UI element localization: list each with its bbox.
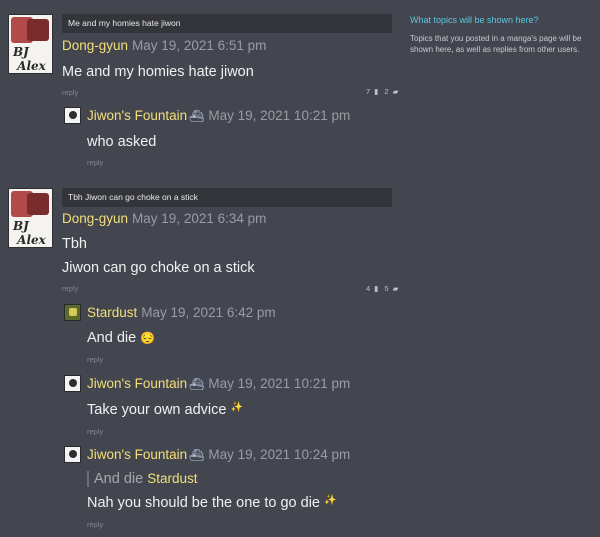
avatar-art	[27, 193, 49, 215]
comment-date: May 19, 2021 6:51 pm	[132, 38, 267, 53]
comment-body: Take your own advice	[87, 402, 227, 418]
comment-body: Nah you should be the one to go die	[87, 495, 320, 511]
author-name[interactable]: Jiwon's Fountain	[87, 108, 187, 123]
ship-icon: ⛴	[189, 448, 205, 462]
comment-header: Jiwon's Fountain ⛴ May 19, 2021 10:21 pm	[87, 376, 350, 391]
thumbs-up-icon[interactable]: ▮	[374, 87, 378, 96]
reply-link[interactable]: reply	[87, 520, 103, 529]
comment-header: Dong-gyun May 19, 2021 6:34 pm	[62, 211, 266, 226]
avatar[interactable]: BJ Alex	[8, 14, 53, 74]
comment-body: Me and my homies hate jiwon	[62, 64, 254, 80]
avatar[interactable]	[64, 375, 81, 392]
comment-body-line: Tbh	[62, 236, 87, 252]
avatar[interactable]	[64, 107, 81, 124]
author-name[interactable]: Jiwon's Fountain	[87, 376, 187, 391]
comment-header: Jiwon's Fountain ⛴ May 19, 2021 10:21 pm	[87, 108, 350, 123]
quote-author[interactable]: Stardust	[147, 471, 197, 486]
reply-link[interactable]: reply	[87, 158, 103, 167]
comment-header: Stardust May 19, 2021 6:42 pm	[87, 305, 276, 320]
author-name[interactable]: Dong-gyun	[62, 211, 128, 226]
bj-alex-logo: BJ Alex	[13, 219, 46, 247]
comment-date: May 19, 2021 10:21 pm	[208, 376, 351, 391]
quote-text: And die	[94, 471, 144, 487]
sparkle-icon: ✨	[324, 495, 337, 506]
ship-icon: ⛴	[189, 109, 205, 123]
comment-date: May 19, 2021 6:42 pm	[141, 305, 276, 320]
comment-header: Dong-gyun May 19, 2021 6:51 pm	[62, 38, 266, 53]
bj-alex-logo: BJ Alex	[13, 45, 46, 73]
ship-icon: ⛴	[189, 377, 205, 391]
emoji-icon: 😔	[140, 331, 156, 345]
comment-body: And die	[87, 330, 137, 346]
sparkle-icon: ✨	[230, 402, 243, 413]
avatar[interactable]: BJ Alex	[8, 188, 53, 248]
avatar-art	[27, 19, 49, 41]
author-name[interactable]: Dong-gyun	[62, 38, 128, 53]
replies-count: 2	[384, 87, 389, 96]
vote-counts: 7 ▮ 2 ▰	[362, 87, 398, 96]
replies-count: 5	[384, 284, 389, 293]
sidebar-title: What topics will be shown here?	[410, 15, 539, 25]
comment-date: May 19, 2021 10:24 pm	[208, 447, 351, 462]
avatar[interactable]	[64, 304, 81, 321]
reply-link[interactable]: reply	[87, 355, 103, 364]
comment-date: May 19, 2021 10:21 pm	[208, 108, 351, 123]
thread-title[interactable]: Me and my homies hate jiwon	[62, 14, 392, 33]
comment-icon: ▰	[392, 87, 399, 96]
comment-body-wrap: And die 😔	[87, 330, 155, 346]
reply-link[interactable]: reply	[62, 284, 78, 293]
upvote-count: 4	[366, 284, 371, 293]
upvote-count: 7	[366, 87, 371, 96]
vote-counts: 4 ▮ 5 ▰	[362, 284, 398, 293]
comment-body-wrap: Take your own advice ✨	[87, 402, 243, 418]
thread-title[interactable]: Tbh Jiwon can go choke on a stick	[62, 188, 392, 207]
quoted-reply: And die Stardust	[87, 471, 197, 487]
comment-header: Jiwon's Fountain ⛴ May 19, 2021 10:24 pm	[87, 447, 350, 462]
comment-icon: ▰	[392, 284, 399, 293]
thumbs-up-icon[interactable]: ▮	[374, 284, 378, 293]
author-name[interactable]: Jiwon's Fountain	[87, 447, 187, 462]
sidebar-description: Topics that you posted in a manga's page…	[410, 34, 582, 54]
avatar[interactable]	[64, 446, 81, 463]
comment-date: May 19, 2021 6:34 pm	[132, 211, 267, 226]
author-name[interactable]: Stardust	[87, 305, 137, 320]
comment-body: who asked	[87, 134, 157, 150]
comment-body-line: Jiwon can go choke on a stick	[62, 260, 255, 276]
reply-link[interactable]: reply	[87, 427, 103, 436]
comment-body-wrap: Nah you should be the one to go die ✨	[87, 495, 336, 511]
reply-link[interactable]: reply	[62, 88, 78, 97]
